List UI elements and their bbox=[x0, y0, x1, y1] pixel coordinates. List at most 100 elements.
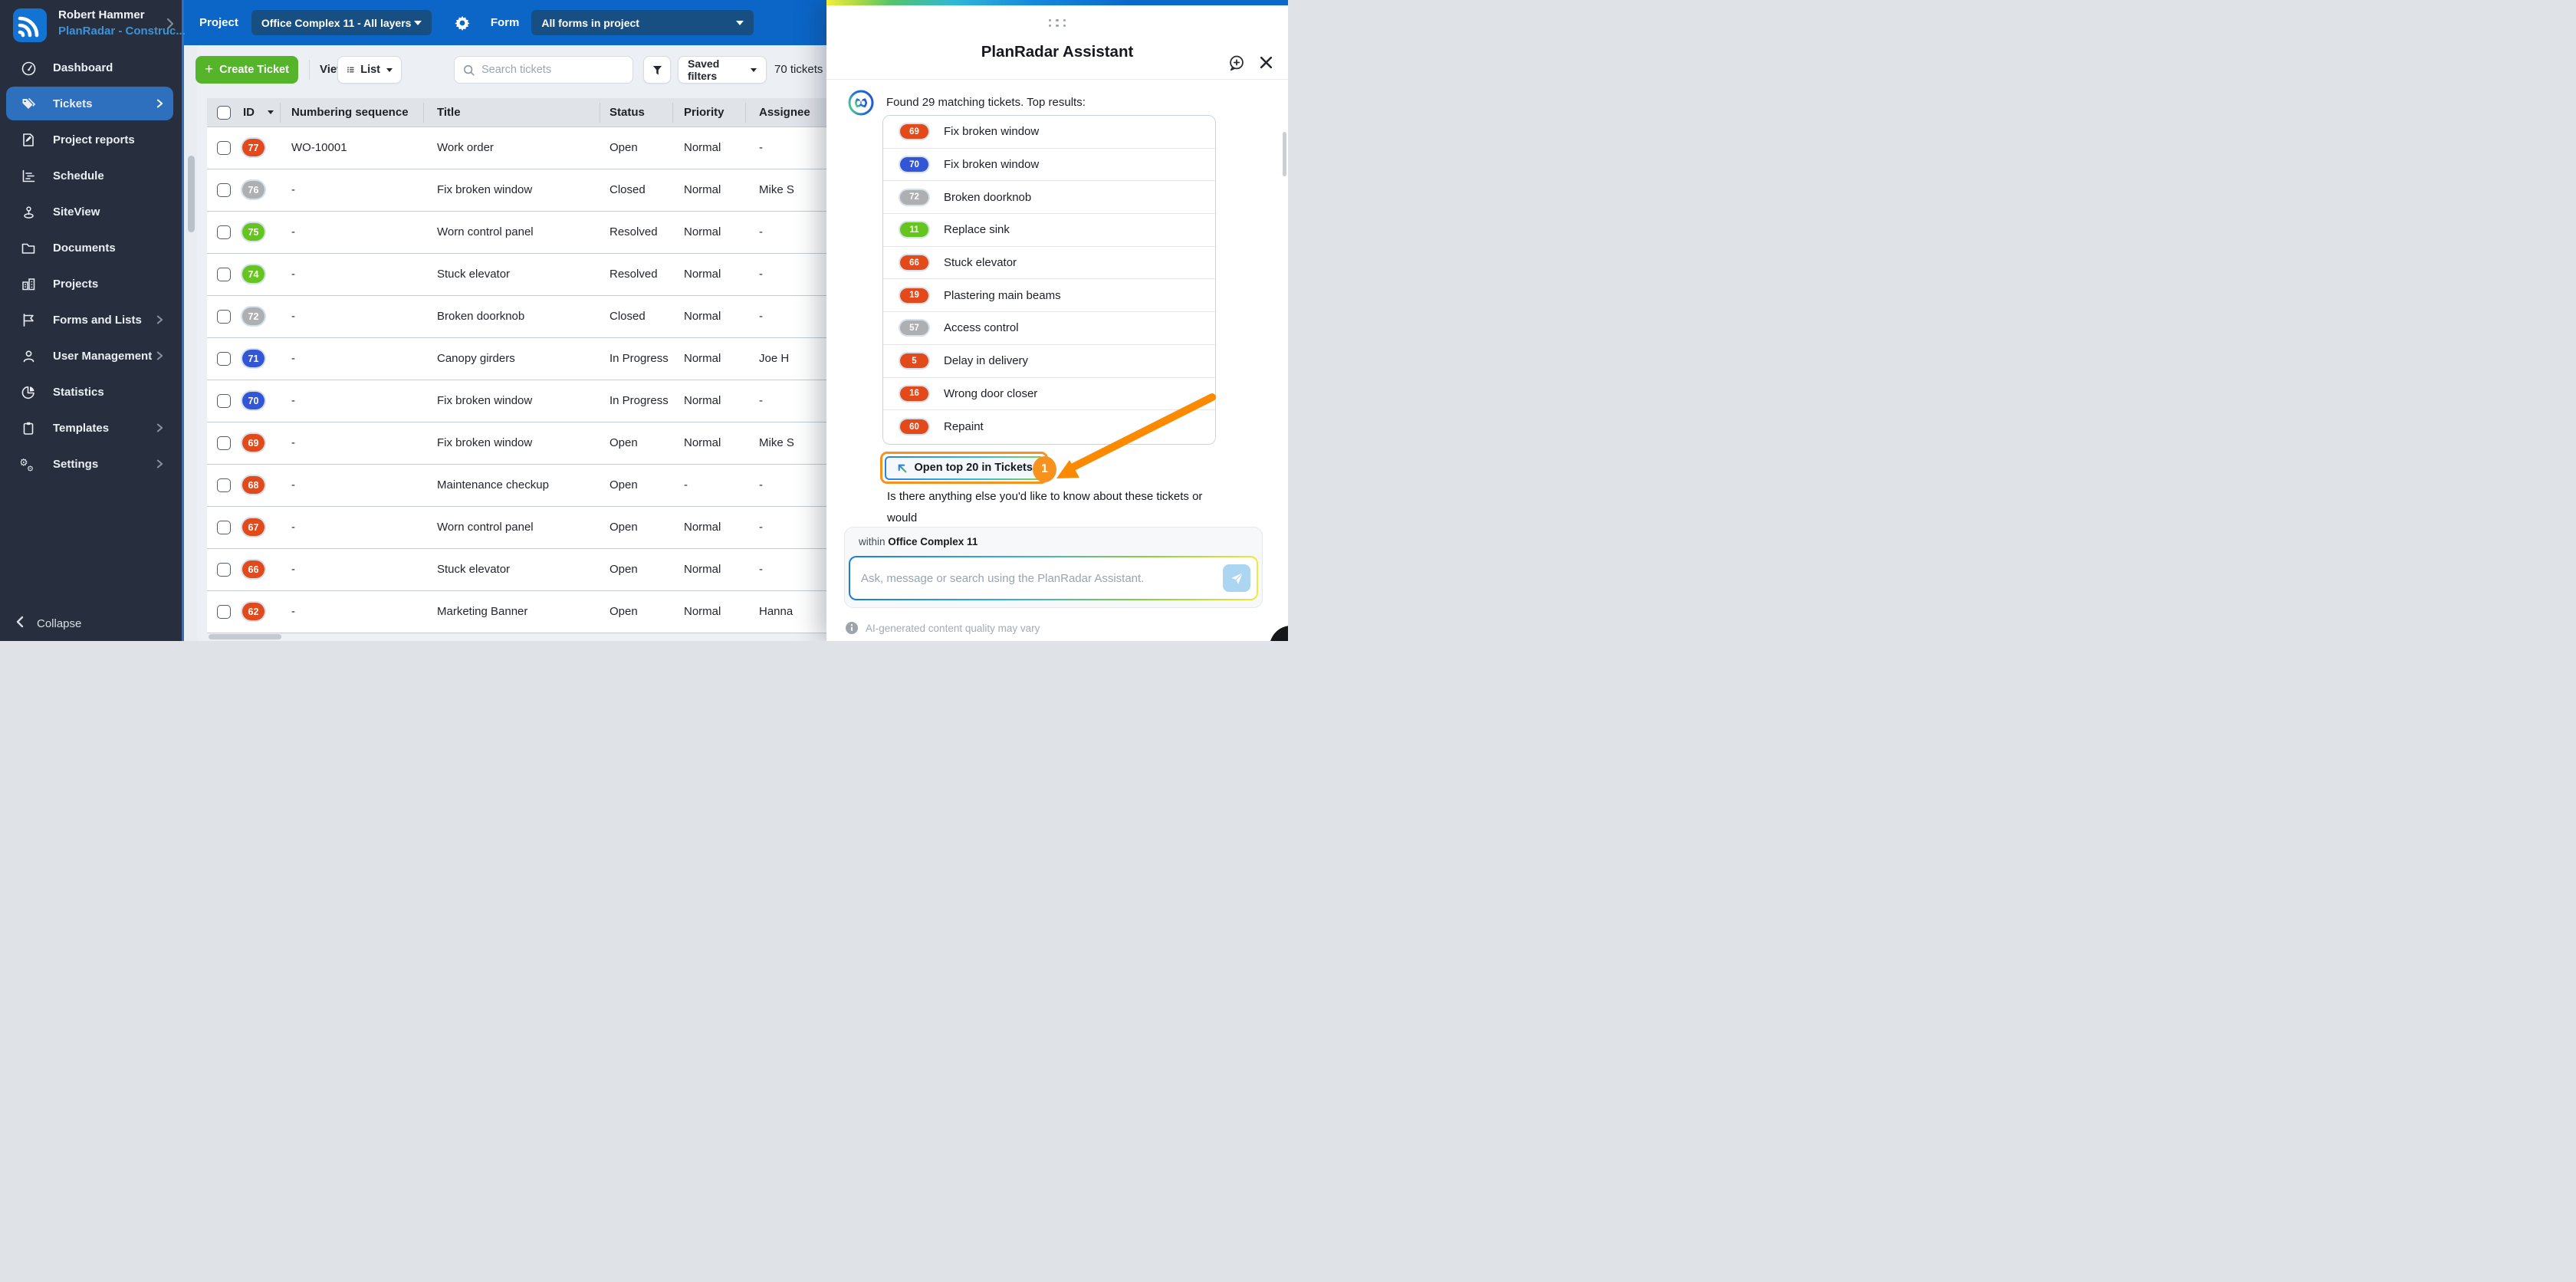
assistant-result-item[interactable]: 16 Wrong door closer bbox=[883, 377, 1215, 411]
cell-numbering: - bbox=[291, 436, 295, 449]
row-checkbox[interactable] bbox=[217, 183, 231, 197]
panel-scrollbar-thumb[interactable] bbox=[1283, 132, 1286, 176]
result-title: Broken doorknob bbox=[944, 190, 1032, 204]
search-input[interactable] bbox=[481, 64, 625, 76]
sidebar-item-tickets[interactable]: Tickets bbox=[6, 87, 173, 120]
assistant-result-item[interactable]: 72 Broken doorknob bbox=[883, 181, 1215, 215]
overlay-corner bbox=[1270, 626, 1288, 641]
ticket-id-badge[interactable]: 71 bbox=[242, 350, 264, 367]
ticket-id-badge[interactable]: 74 bbox=[242, 265, 264, 283]
drag-handle-icon[interactable] bbox=[1047, 18, 1067, 28]
cell-status: Open bbox=[610, 521, 638, 534]
cell-title: Stuck elevator bbox=[437, 268, 511, 281]
horizontal-scrollbar-thumb[interactable] bbox=[209, 634, 281, 639]
column-header-priority[interactable]: Priority bbox=[684, 106, 724, 119]
column-header-numbering[interactable]: Numbering sequence bbox=[291, 106, 409, 119]
open-top-20-button[interactable]: Open top 20 in Tickets bbox=[885, 456, 1044, 480]
cell-status: Open bbox=[610, 436, 638, 449]
column-header-status[interactable]: Status bbox=[610, 106, 645, 119]
ticket-id-badge[interactable]: 68 bbox=[242, 476, 264, 494]
horizontal-scrollbar[interactable] bbox=[207, 633, 826, 641]
cell-priority: Normal bbox=[684, 225, 721, 238]
assistant-input[interactable] bbox=[861, 571, 1223, 585]
cell-assignee: Joe H bbox=[759, 352, 790, 365]
sidebar-item-schedule[interactable]: Schedule bbox=[6, 159, 173, 192]
row-checkbox[interactable] bbox=[217, 225, 231, 239]
assistant-result-item[interactable]: 70 Fix broken window bbox=[883, 148, 1215, 182]
row-checkbox[interactable] bbox=[217, 394, 231, 408]
sidebar-item-documents[interactable]: Documents bbox=[6, 231, 173, 265]
select-all-checkbox[interactable] bbox=[217, 106, 231, 120]
column-header-id[interactable]: ID bbox=[243, 106, 255, 119]
row-checkbox[interactable] bbox=[217, 352, 231, 366]
cell-title: Broken doorknob bbox=[437, 310, 525, 323]
column-header-assignee[interactable]: Assignee bbox=[759, 106, 810, 119]
ticket-id-badge[interactable]: 67 bbox=[242, 518, 264, 536]
sidebar-item-templates[interactable]: Templates bbox=[6, 411, 173, 445]
row-checkbox[interactable] bbox=[217, 478, 231, 492]
sidebar-item-label: Settings bbox=[53, 457, 99, 471]
row-checkbox[interactable] bbox=[217, 268, 231, 281]
row-checkbox[interactable] bbox=[217, 310, 231, 324]
assistant-result-item[interactable]: 19 Plastering main beams bbox=[883, 279, 1215, 313]
sidebar-collapse-button[interactable]: Collapse bbox=[15, 616, 81, 631]
sidebar-item-forms-and-lists[interactable]: Forms and Lists bbox=[6, 303, 173, 337]
row-checkbox[interactable] bbox=[217, 605, 231, 619]
sidebar-item-siteview[interactable]: SiteView bbox=[6, 195, 173, 228]
assistant-result-item[interactable]: 60 Repaint bbox=[883, 410, 1215, 443]
sidebar-item-project-reports[interactable]: Project reports bbox=[6, 123, 173, 156]
vertical-scrollbar-thumb[interactable] bbox=[188, 156, 195, 232]
assistant-result-item[interactable]: 66 Stuck elevator bbox=[883, 246, 1215, 280]
ticket-id-badge[interactable]: 72 bbox=[242, 307, 264, 325]
create-ticket-button[interactable]: + Create Ticket bbox=[196, 56, 298, 84]
saved-filters-button[interactable]: Saved filters bbox=[678, 56, 767, 84]
row-checkbox[interactable] bbox=[217, 436, 231, 450]
column-header-title[interactable]: Title bbox=[437, 106, 461, 119]
cell-assignee: - bbox=[759, 563, 763, 576]
cell-assignee: Hanna bbox=[759, 605, 794, 618]
form-select[interactable]: All forms in project bbox=[531, 10, 754, 35]
sidebar-item-user-management[interactable]: User Management bbox=[6, 339, 173, 373]
assistant-result-item[interactable]: 69 Fix broken window bbox=[883, 116, 1215, 149]
ticket-id-badge[interactable]: 62 bbox=[242, 603, 264, 620]
cell-numbering: - bbox=[291, 478, 295, 491]
account-switcher[interactable]: Robert Hammer PlanRadar - Construc... bbox=[13, 7, 186, 44]
collapse-label: Collapse bbox=[37, 616, 82, 630]
view-mode-select[interactable]: List bbox=[337, 56, 402, 84]
ticket-id-badge[interactable]: 76 bbox=[242, 181, 264, 199]
cell-status: Resolved bbox=[610, 268, 658, 281]
project-select[interactable]: Office Complex 11 - All layers bbox=[251, 10, 432, 35]
assistant-result-item[interactable]: 11 Replace sink bbox=[883, 214, 1215, 247]
form-label: Form bbox=[490, 16, 520, 29]
row-checkbox[interactable] bbox=[217, 521, 231, 534]
sidebar-item-settings[interactable]: ⚙ ⚙ Settings bbox=[6, 447, 173, 481]
project-settings-gear-icon[interactable] bbox=[454, 15, 471, 31]
new-chat-icon[interactable] bbox=[1227, 54, 1245, 72]
sidebar-item-label: Schedule bbox=[53, 169, 104, 182]
sidebar-item-projects[interactable]: Projects bbox=[6, 267, 173, 301]
row-checkbox[interactable] bbox=[217, 563, 231, 577]
footer-note: AI-generated content quality may vary bbox=[866, 622, 1040, 634]
row-checkbox[interactable] bbox=[217, 141, 231, 155]
cell-priority: Normal bbox=[684, 352, 721, 365]
sidebar-item-statistics[interactable]: Statistics bbox=[6, 375, 173, 409]
assistant-result-item[interactable]: 57 Access control bbox=[883, 312, 1215, 345]
close-icon[interactable] bbox=[1257, 53, 1275, 71]
cell-title: Worn control panel bbox=[437, 521, 534, 534]
ticket-id-badge: 66 bbox=[900, 255, 928, 271]
cell-title: Fix broken window bbox=[437, 394, 533, 407]
ticket-id-badge[interactable]: 75 bbox=[242, 223, 264, 241]
sidebar-item-dashboard[interactable]: Dashboard bbox=[6, 51, 173, 84]
vertical-scrollbar[interactable] bbox=[186, 45, 197, 641]
ticket-id-badge[interactable]: 77 bbox=[242, 139, 264, 156]
ticket-id-badge[interactable]: 66 bbox=[242, 560, 264, 578]
ticket-id-badge[interactable]: 69 bbox=[242, 434, 264, 452]
cell-numbering: - bbox=[291, 605, 295, 618]
send-button[interactable] bbox=[1223, 564, 1250, 592]
cell-status: Open bbox=[610, 563, 638, 576]
filter-button[interactable] bbox=[643, 56, 671, 84]
ticket-id-badge[interactable]: 70 bbox=[242, 392, 264, 409]
ticket-search bbox=[454, 56, 633, 84]
sort-caret-icon[interactable] bbox=[268, 110, 274, 114]
assistant-result-item[interactable]: 5 Delay in delivery bbox=[883, 344, 1215, 378]
